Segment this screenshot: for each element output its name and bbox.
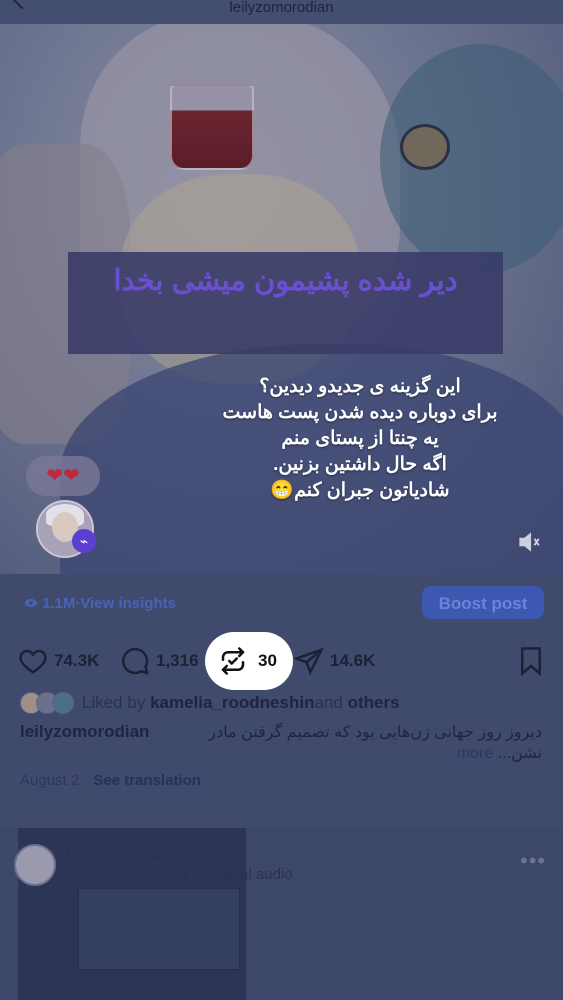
save-button[interactable] xyxy=(516,645,546,677)
liked-by-middle: and xyxy=(314,693,343,712)
repost-icon xyxy=(221,647,245,675)
caption-username[interactable]: leilyzomorodian xyxy=(20,722,149,742)
post-date: August 2 xyxy=(20,772,80,789)
repost-count: 30 xyxy=(258,651,277,670)
send-icon xyxy=(294,647,324,676)
tea-cup-image xyxy=(170,84,254,170)
views-row[interactable]: 1.1M · View insights xyxy=(24,592,176,614)
hearts-sticker: ❤❤ xyxy=(26,456,100,496)
reel-media[interactable]: دیر شده پشیمون میشی بخدا این گزینه ی جدی… xyxy=(0,24,563,574)
eye-icon xyxy=(24,598,38,608)
sticker-badge-icon: ⌁ xyxy=(72,529,96,553)
next-post: leilyzomorodian ♫ leilyzomorodian · Orig… xyxy=(0,828,563,1000)
next-post-username[interactable]: leilyzomorodian xyxy=(66,844,184,864)
mute-icon[interactable] xyxy=(516,529,542,555)
bookmark-icon xyxy=(521,647,541,676)
share-button[interactable]: 14.6K xyxy=(294,645,375,677)
comment-count: 1,316 xyxy=(156,651,199,670)
audio-label: leilyzomorodian · Original audio xyxy=(82,866,293,883)
like-button[interactable]: 74.3K xyxy=(18,645,99,677)
share-count: 14.6K xyxy=(330,651,376,670)
music-note-icon: ♫ xyxy=(66,866,77,883)
wristwatch-image xyxy=(400,124,450,170)
liked-by-others[interactable]: others xyxy=(348,693,400,713)
text-banner: دیر شده پشیمون میشی بخدا xyxy=(68,252,503,354)
comment-button[interactable]: 1,316 xyxy=(120,645,199,677)
boost-post-button[interactable]: Boost post xyxy=(422,586,544,619)
heart-icon xyxy=(19,649,47,674)
repost-button[interactable]: 30 xyxy=(218,645,277,677)
like-count: 74.3K xyxy=(54,651,100,670)
caption-text[interactable]: دیروز روز جهانی زن‌هایی بود که تصمیم گرف… xyxy=(180,722,542,764)
date-row: August 2 See translation xyxy=(20,772,201,789)
caption-more-link[interactable]: more xyxy=(457,745,498,762)
see-translation-link[interactable]: See translation xyxy=(93,772,201,789)
header-username: leilyzomorodian xyxy=(229,0,334,16)
next-post-audio[interactable]: ♫ leilyzomorodian · Original audio xyxy=(66,866,293,883)
next-post-avatar[interactable] xyxy=(14,844,56,886)
liked-by-prefix: Liked by xyxy=(82,693,146,712)
liker-avatar xyxy=(52,692,74,714)
more-options-icon[interactable]: ••• xyxy=(520,848,546,874)
liked-by-user[interactable]: kamelia_roodneshin xyxy=(150,693,314,713)
views-count: 1.1M xyxy=(42,594,76,612)
liked-by-row[interactable]: Liked by kamelia_roodneshin and others xyxy=(20,692,400,714)
top-bar: leilyzomorodian xyxy=(0,0,563,24)
media-panel xyxy=(78,888,240,970)
comment-icon xyxy=(122,647,149,675)
overlay-caption: این گزینه ی جدیدو دیدین؟ برای دوباره دید… xyxy=(222,376,498,501)
view-insights-link[interactable]: View insights xyxy=(80,595,176,612)
banner-text: دیر شده پشیمون میشی بخدا xyxy=(113,265,458,297)
